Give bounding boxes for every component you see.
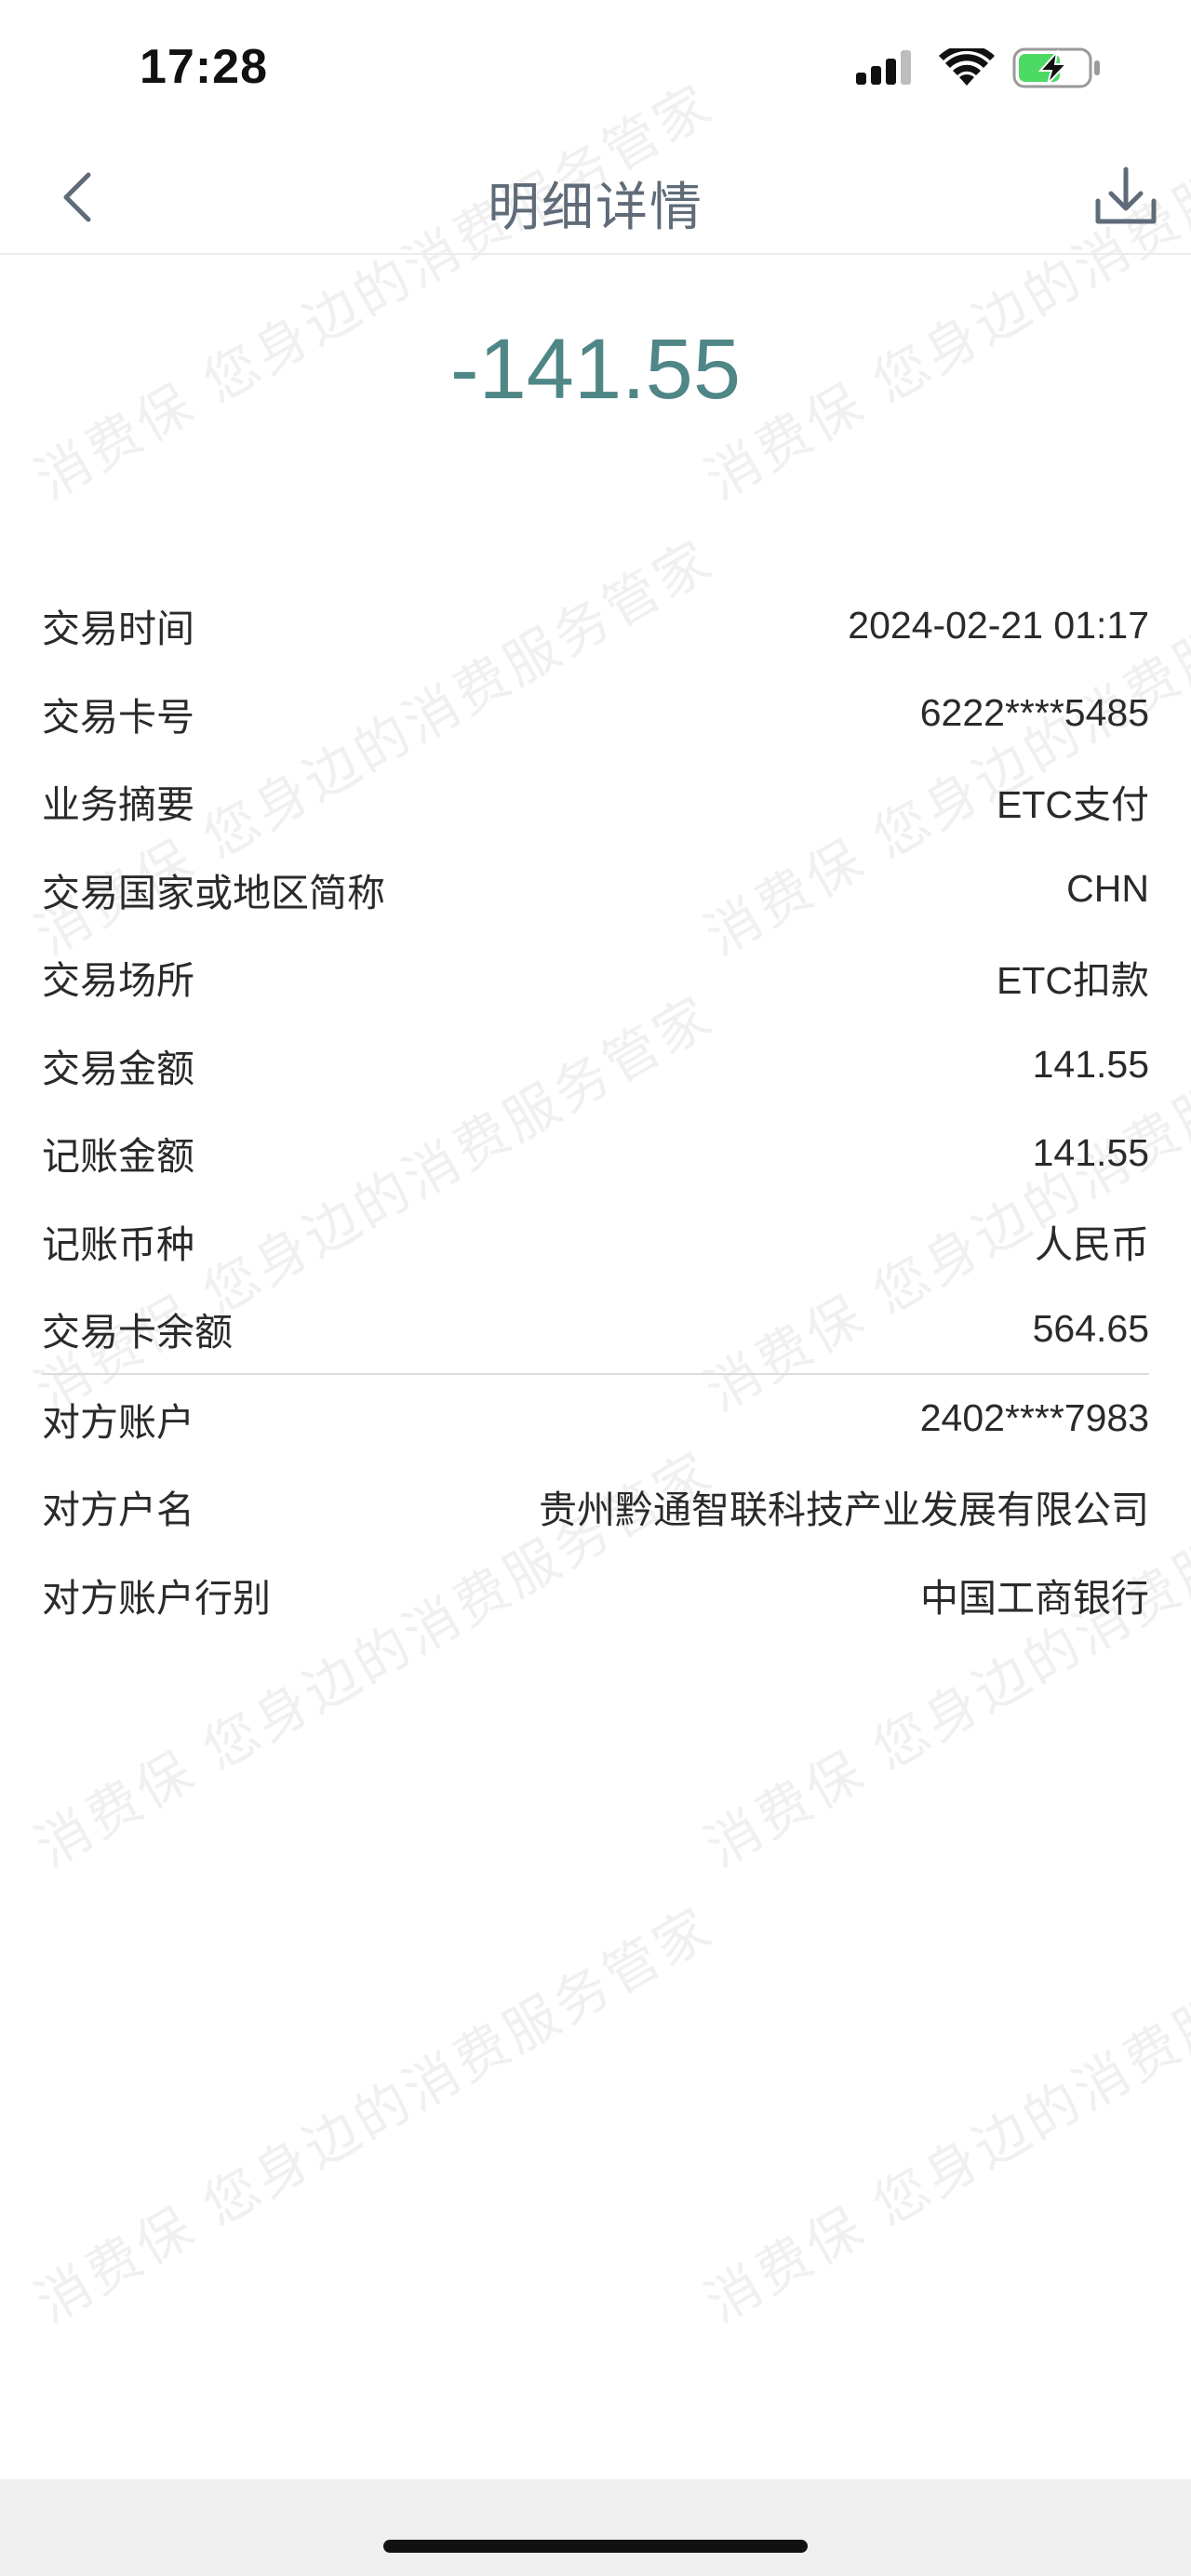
cellular-signal-icon [854,48,917,89]
detail-value: ETC扣款 [997,959,1149,1003]
detail-label: 交易场所 [42,958,194,1004]
nav-bar: 明细详情 [0,140,1191,255]
detail-row-card-balance: 交易卡余额 564.65 [42,1285,1149,1373]
detail-row-merchant: 交易场所 ETC扣款 [42,933,1149,1021]
detail-label: 对方账户行别 [42,1575,271,1621]
detail-value: CHN [1066,867,1149,911]
detail-label: 交易卡号 [42,694,194,740]
detail-value: 141.55 [1032,1043,1149,1087]
screen: 消费保 您身边的消费服务管家 消费保 您身边的消费服务管家 消费保 您身边的消费… [0,0,1191,2576]
detail-label: 对方户名 [42,1488,194,1533]
detail-value: 6222****5485 [919,691,1149,735]
home-indicator-area [0,2479,1191,2576]
detail-value: 2024-02-21 01:17 [848,603,1149,647]
detail-value: 中国工商银行 [920,1576,1149,1620]
detail-row-transaction-time: 交易时间 2024-02-21 01:17 [42,581,1149,670]
watermark: 消费保 您身边的消费服务管家 [24,1895,724,2336]
wifi-icon [938,44,996,91]
detail-value: 141.55 [1032,1130,1149,1174]
status-bar: 17:28 [0,0,1191,140]
detail-row-counterparty-account: 对方账户 2402****7983 [42,1375,1149,1463]
detail-label: 交易时间 [42,607,194,652]
detail-value: 564.65 [1032,1306,1149,1350]
detail-row-posted-amount: 记账金额 141.55 [42,1109,1149,1197]
page-title: 明细详情 [488,178,703,238]
detail-label: 对方账户 [42,1399,194,1445]
detail-value: 人民币 [1035,1222,1149,1266]
detail-row-currency: 记账币种 人民币 [42,1197,1149,1286]
detail-row-card-number: 交易卡号 6222****5485 [42,670,1149,758]
detail-label: 业务摘要 [42,782,194,828]
download-button[interactable] [1089,160,1163,234]
detail-label: 记账币种 [42,1221,194,1267]
detail-row-summary: 业务摘要 ETC支付 [42,757,1149,846]
home-indicator[interactable] [383,2540,808,2553]
battery-charging-icon [1012,47,1102,93]
detail-label: 交易卡余额 [42,1310,233,1355]
status-time: 17:28 [140,40,268,94]
detail-list: 交易时间 2024-02-21 01:17 交易卡号 6222****5485 … [42,581,1149,1638]
detail-row-transaction-amount: 交易金额 141.55 [42,1021,1149,1110]
detail-row-counterparty-name: 对方户名 贵州黔通智联科技产业发展有限公司 [42,1462,1149,1551]
detail-value: ETC支付 [997,783,1149,827]
detail-value: 贵州黔通智联科技产业发展有限公司 [539,1488,1149,1532]
transaction-amount: -141.55 [449,322,742,417]
detail-label: 记账金额 [42,1134,194,1180]
detail-row-country: 交易国家或地区简称 CHN [42,846,1149,934]
detail-label: 交易国家或地区简称 [42,870,385,915]
watermark: 消费保 您身边的消费服务管家 [694,1895,1191,2336]
detail-label: 交易金额 [42,1046,194,1091]
detail-value: 2402****7983 [919,1396,1149,1440]
download-icon [1089,167,1163,238]
detail-row-counterparty-bank: 对方账户行别 中国工商银行 [42,1551,1149,1639]
